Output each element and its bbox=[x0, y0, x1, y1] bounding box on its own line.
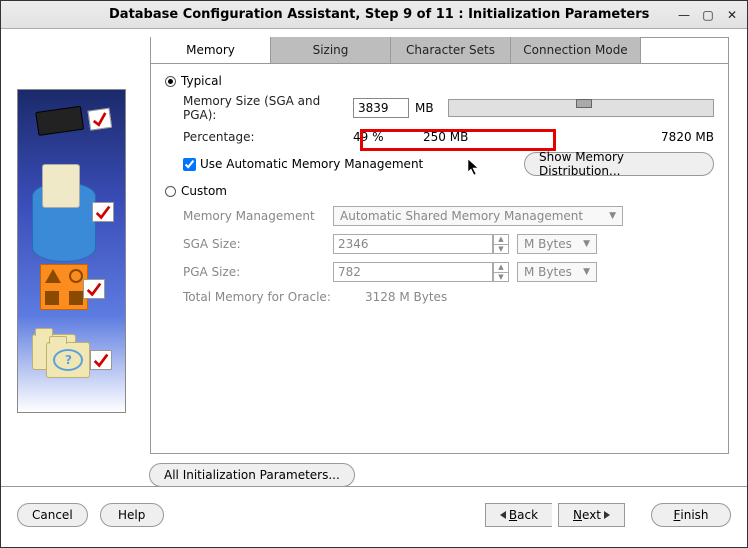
sga-unit-select: M Bytes ▼ bbox=[517, 234, 597, 254]
sga-stepper: ▲▼ bbox=[493, 234, 509, 254]
use-amm-checkbox[interactable] bbox=[183, 158, 196, 171]
slider-max-label: 7820 MB bbox=[483, 130, 714, 144]
help-button[interactable]: Help bbox=[100, 503, 164, 527]
maximize-icon[interactable]: ▢ bbox=[701, 8, 715, 22]
show-memory-distribution-button[interactable]: Show Memory Distribution... bbox=[524, 152, 714, 176]
chevron-left-icon bbox=[500, 511, 506, 519]
footer-bar: Cancel Help Back Next Finish bbox=[1, 487, 747, 543]
chevron-right-icon bbox=[604, 511, 610, 519]
memory-size-label: Memory Size (SGA and PGA): bbox=[183, 94, 353, 122]
cancel-button[interactable]: Cancel bbox=[17, 503, 88, 527]
memory-size-unit: MB bbox=[415, 101, 434, 115]
chevron-down-icon: ▼ bbox=[583, 239, 590, 249]
window-title: Database Configuration Assistant, Step 9… bbox=[9, 7, 667, 22]
typical-radio[interactable]: Typical bbox=[165, 74, 714, 88]
back-button[interactable]: Back bbox=[485, 503, 552, 527]
total-memory-label: Total Memory for Oracle: bbox=[183, 290, 365, 304]
percentage-label: Percentage: bbox=[183, 130, 353, 144]
memory-management-label: Memory Management bbox=[183, 209, 333, 223]
pga-unit-select: M Bytes ▼ bbox=[517, 262, 597, 282]
memory-size-input[interactable] bbox=[353, 98, 409, 118]
slider-thumb-icon[interactable] bbox=[576, 99, 592, 108]
next-button[interactable]: Next bbox=[558, 503, 625, 527]
custom-radio[interactable]: Custom bbox=[165, 184, 714, 198]
titlebar: Database Configuration Assistant, Step 9… bbox=[1, 1, 747, 29]
pga-stepper: ▲▼ bbox=[493, 262, 509, 282]
tab-sizing[interactable]: Sizing bbox=[271, 37, 391, 63]
pga-size-input bbox=[333, 262, 493, 282]
memory-panel: Typical Memory Size (SGA and PGA): MB Pe… bbox=[150, 64, 729, 454]
all-initialization-parameters-button[interactable]: All Initialization Parameters... bbox=[149, 463, 355, 487]
total-memory-value: 3128 M Bytes bbox=[365, 290, 447, 304]
sga-size-label: SGA Size: bbox=[183, 237, 333, 251]
folders-icon: ? bbox=[32, 328, 94, 384]
percentage-value: 49 % bbox=[353, 130, 423, 144]
sga-unit-value: M Bytes bbox=[524, 237, 572, 251]
finish-button[interactable]: Finish bbox=[651, 503, 731, 527]
pga-size-label: PGA Size: bbox=[183, 265, 333, 279]
use-amm-label: Use Automatic Memory Management bbox=[200, 157, 423, 171]
content-area: Memory Sizing Character Sets Connection … bbox=[134, 33, 739, 482]
chip-icon bbox=[35, 104, 97, 155]
tab-connection-mode[interactable]: Connection Mode bbox=[511, 37, 641, 63]
main-area: ? Memory Sizing Character Sets Connectio… bbox=[1, 29, 747, 487]
tab-memory[interactable]: Memory bbox=[151, 37, 271, 63]
slider-min-label: 250 MB bbox=[423, 130, 483, 144]
sga-size-input bbox=[333, 234, 493, 254]
tab-bar: Memory Sizing Character Sets Connection … bbox=[150, 37, 729, 64]
close-icon[interactable]: ✕ bbox=[725, 8, 739, 22]
memory-management-select: Automatic Shared Memory Management ▼ bbox=[333, 206, 623, 226]
tab-character-sets[interactable]: Character Sets bbox=[391, 37, 511, 63]
typical-label: Typical bbox=[181, 74, 222, 88]
custom-label: Custom bbox=[181, 184, 227, 198]
memory-management-value: Automatic Shared Memory Management bbox=[340, 209, 583, 223]
chevron-down-icon: ▼ bbox=[609, 211, 616, 221]
shapes-icon bbox=[40, 264, 88, 310]
pga-unit-value: M Bytes bbox=[524, 265, 572, 279]
wizard-graphic: ? bbox=[17, 89, 126, 413]
memory-size-slider[interactable] bbox=[448, 99, 714, 117]
chevron-down-icon: ▼ bbox=[583, 267, 590, 277]
minimize-icon[interactable]: — bbox=[677, 8, 691, 22]
database-icon bbox=[32, 172, 96, 272]
wizard-sidebar: ? bbox=[9, 33, 134, 482]
